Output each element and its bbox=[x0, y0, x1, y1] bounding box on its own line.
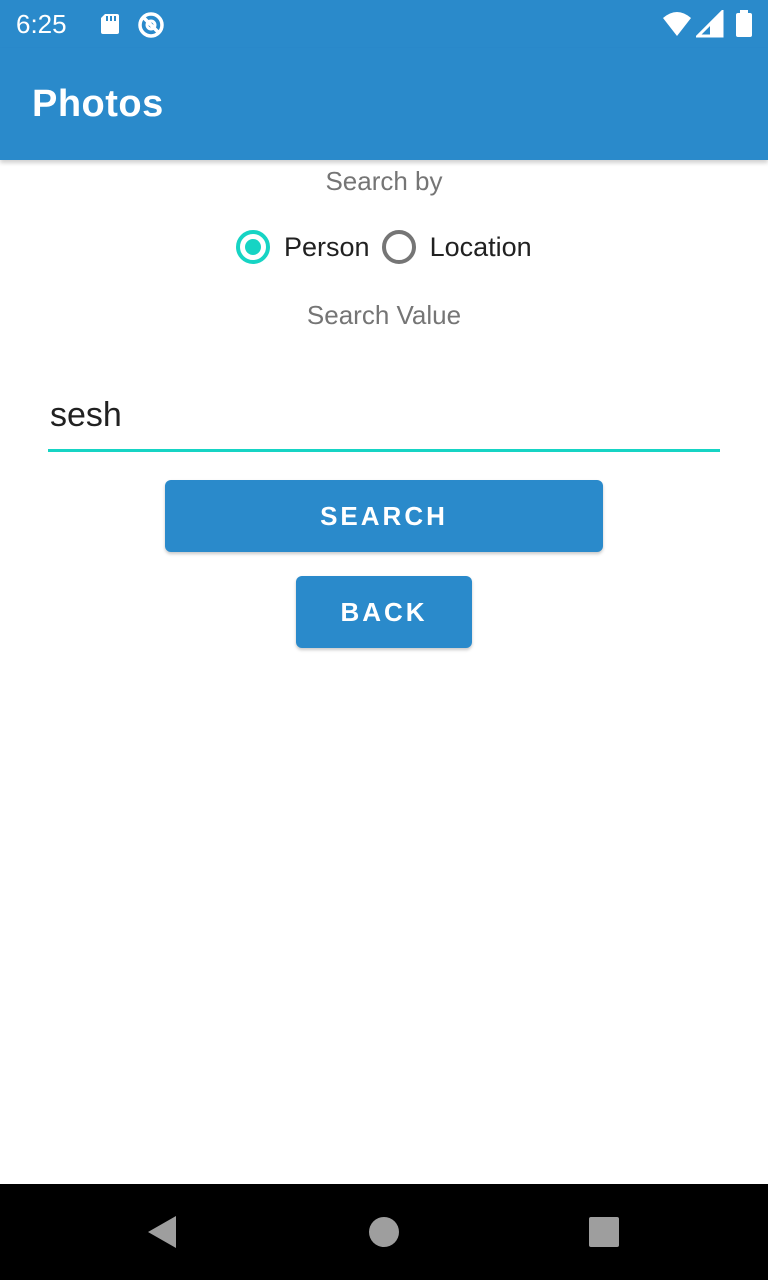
search-value-label: Search Value bbox=[306, 300, 462, 330]
search-type-radio-group: Person Location bbox=[232, 224, 540, 270]
app-title: Photos bbox=[32, 83, 164, 125]
back-button[interactable]: BACK bbox=[296, 576, 472, 648]
sync-icon bbox=[136, 10, 164, 38]
search-by-label: Search by bbox=[325, 166, 443, 196]
status-bar: 6:25 bbox=[0, 0, 768, 48]
status-time: 6:25 bbox=[16, 9, 67, 39]
radio-label-person[interactable]: Person bbox=[284, 230, 370, 264]
system-nav-bar bbox=[0, 1184, 768, 1280]
battery-icon bbox=[734, 10, 754, 38]
wifi-icon bbox=[662, 10, 691, 38]
signal-icon bbox=[694, 8, 724, 38]
radio-option-person[interactable]: Person bbox=[232, 230, 378, 264]
radio-checked-icon[interactable] bbox=[236, 230, 270, 264]
photos-search-screen: 6:25 Photos Search by Person Location Se… bbox=[0, 0, 768, 1280]
search-button[interactable]: SEARCH bbox=[165, 480, 603, 552]
search-value-input[interactable] bbox=[48, 392, 720, 452]
recents-nav-icon[interactable] bbox=[580, 1208, 628, 1256]
home-nav-icon[interactable] bbox=[360, 1208, 408, 1256]
radio-label-location[interactable]: Location bbox=[430, 230, 532, 264]
app-bar: Photos bbox=[0, 48, 768, 160]
radio-unchecked-icon[interactable] bbox=[381, 230, 416, 264]
back-nav-icon[interactable] bbox=[142, 1208, 190, 1256]
radio-option-location[interactable]: Location bbox=[378, 230, 540, 264]
radio-dot bbox=[245, 239, 261, 255]
sd-card-icon bbox=[96, 10, 124, 38]
